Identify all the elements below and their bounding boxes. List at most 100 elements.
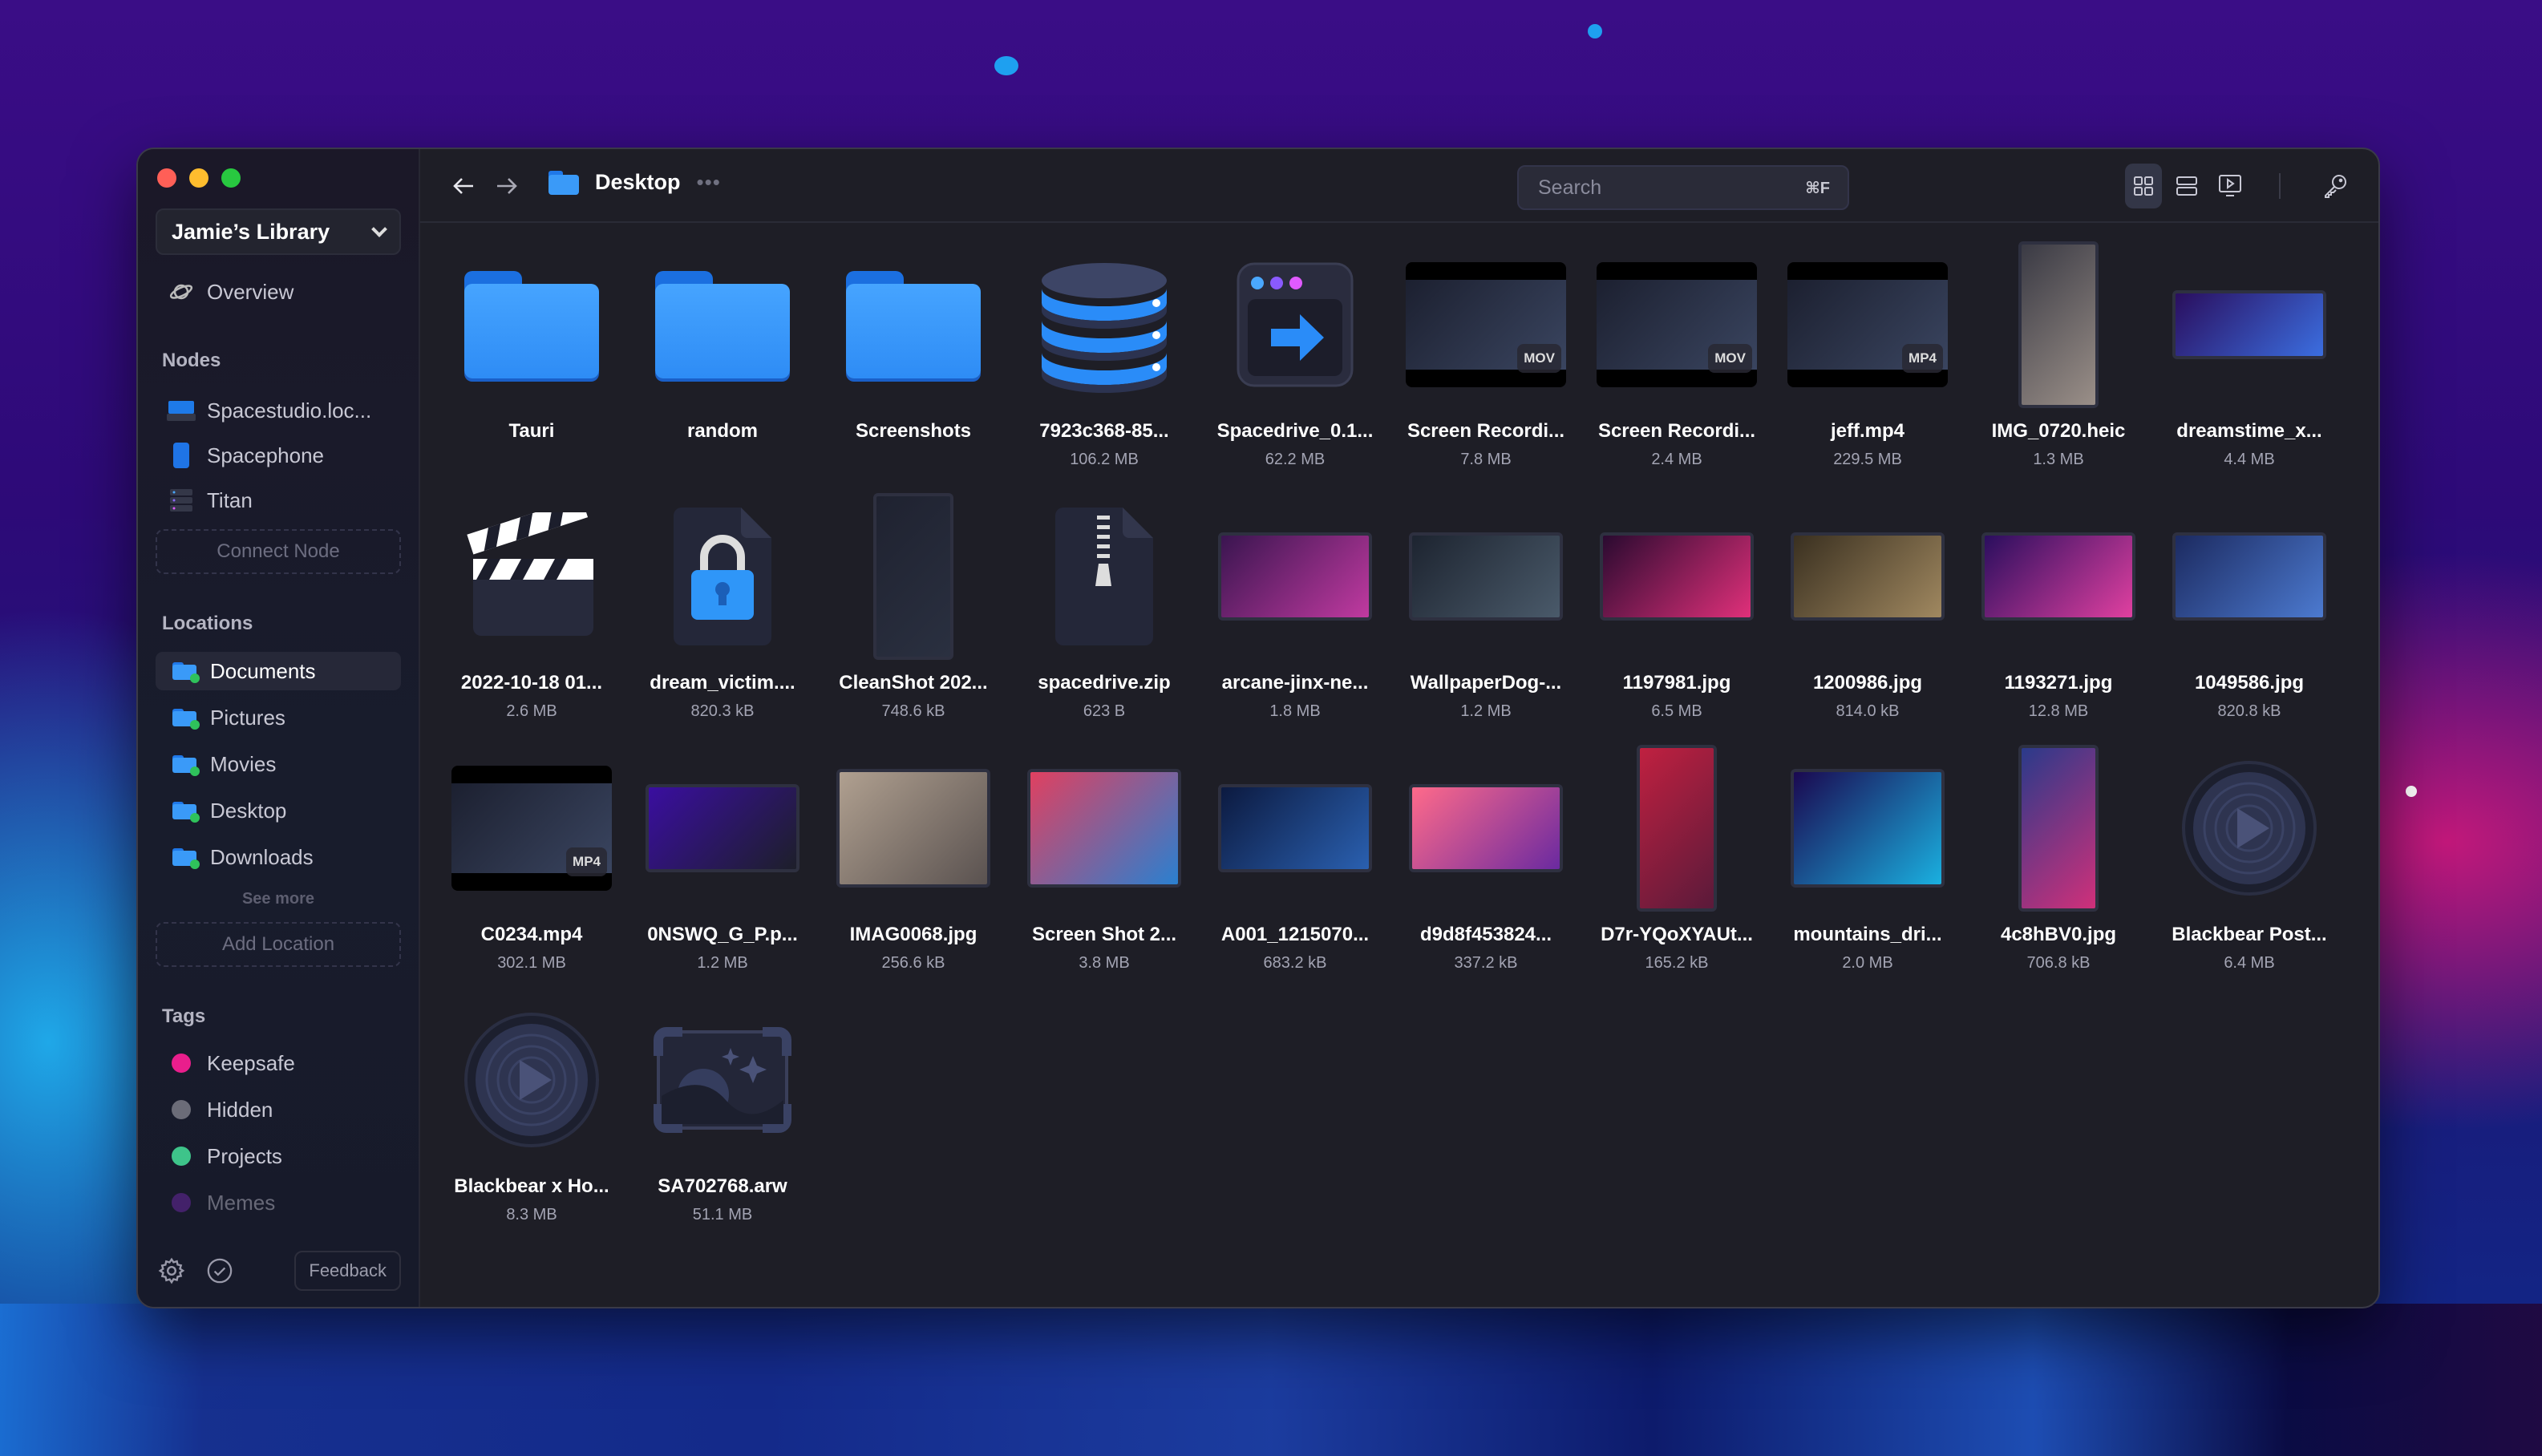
sidebar-item-tag-projects[interactable]: Projects [156,1137,401,1175]
file-item[interactable]: 7923c368-85... 106.2 MB [1009,239,1200,479]
file-size: 12.8 MB [2028,702,2089,720]
file-item[interactable]: Tauri [436,239,627,479]
app-window: Jamie’s Library Overview Nodes Spacestud… [136,148,2380,1308]
file-name: Tauri [508,420,555,442]
search-field[interactable]: ⌘F [1517,165,1849,210]
back-button[interactable] [447,170,480,202]
media-view-button[interactable] [2212,164,2249,208]
file-item[interactable]: Screenshots [818,239,1009,479]
file-item[interactable]: MP4 C0234.mp4 302.1 MB [436,742,627,983]
file-name: Screen Recordi... [1407,420,1565,442]
section-title-tags: Tags [162,1005,206,1027]
file-size: 1.3 MB [2033,451,2084,468]
file-item[interactable]: 1049586.jpg 820.8 kB [2154,491,2345,731]
sidebar-item-location-movies[interactable]: Movies [156,745,401,783]
file-name: IMAG0068.jpg [849,924,978,945]
sidebar-item-location-downloads[interactable]: Downloads [156,838,401,876]
file-item[interactable]: 2022-10-18 01... 2.6 MB [436,491,627,731]
add-location-button[interactable]: Add Location [156,922,401,967]
file-item[interactable]: Screen Shot 2... 3.8 MB [1009,742,1200,983]
app-installer-icon [1211,239,1379,411]
list-view-button[interactable] [2168,164,2205,208]
file-item[interactable]: A001_1215070... 683.2 kB [1200,742,1390,983]
image-thumbnail [1974,239,2143,411]
file-item[interactable]: Spacedrive_0.1... 62.2 MB [1200,239,1390,479]
file-item[interactable]: dreamstime_x... 4.4 MB [2154,239,2345,479]
file-size: 1.8 MB [1269,702,1321,720]
toolbar-divider [2279,173,2281,199]
file-size: 8.3 MB [506,1206,557,1223]
grid-view-button[interactable] [2125,164,2162,208]
sidebar-item-location-pictures[interactable]: Pictures [156,698,401,737]
sidebar-item-tag-keepsafe[interactable]: Keepsafe [156,1044,401,1082]
file-item[interactable]: mountains_dri... 2.0 MB [1772,742,1963,983]
forward-button[interactable] [491,170,523,202]
file-type-badge: MP4 [1902,344,1943,373]
connect-node-button[interactable]: Connect Node [156,529,401,574]
grid-view-icon [2134,176,2153,196]
file-item[interactable]: MOV Screen Recordi... 2.4 MB [1581,239,1772,479]
file-size: 814.0 kB [1836,702,1900,720]
video-thumbnail: MP4 [1783,239,1952,411]
sidebar-item-location-desktop[interactable]: Desktop [156,791,401,830]
audio-file-icon [447,994,616,1166]
library-switcher[interactable]: Jamie’s Library [156,208,401,255]
image-thumbnail [638,742,807,914]
toolbar: Desktop ••• ⌘F [420,149,2378,223]
sidebar-item-node-titan[interactable]: Titan [156,481,401,520]
settings-button[interactable] [156,1255,188,1287]
file-item[interactable]: D7r-YQoXYAUt... 165.2 kB [1581,742,1772,983]
file-name: jeff.mp4 [1830,420,1904,442]
file-size: 3.8 MB [1079,954,1130,972]
sidebar-item-node-spacephone[interactable]: Spacephone [156,436,401,475]
file-name: CleanShot 202... [839,672,988,694]
feedback-button[interactable]: Feedback [294,1251,401,1291]
file-item[interactable]: MP4 jeff.mp4 229.5 MB [1772,239,1963,479]
file-item[interactable]: d9d8f453824... 337.2 kB [1390,742,1581,983]
search-input[interactable] [1538,176,1779,200]
maximize-window-button[interactable] [221,168,241,188]
tag-assign-button[interactable] [2372,167,2378,205]
file-size: 820.8 kB [2217,702,2281,720]
tag-color-dot [172,1100,191,1119]
file-item[interactable]: WallpaperDog-... 1.2 MB [1390,491,1581,731]
file-item[interactable]: Blackbear x Ho... 8.3 MB [436,994,627,1235]
see-more-locations-link[interactable]: See more [138,890,419,908]
sidebar-item-tag-memes[interactable]: Memes [156,1183,401,1222]
sidebar-item-tag-hidden[interactable]: Hidden [156,1090,401,1129]
file-item[interactable]: SA702768.arw 51.1 MB [627,994,818,1235]
zip-archive-icon [1020,491,1188,662]
close-window-button[interactable] [157,168,176,188]
file-name: 1193271.jpg [2004,672,2113,694]
ellipsis-icon[interactable]: ••• [697,170,721,195]
current-folder-title: Desktop [595,170,681,194]
sidebar-item-node-spacestudio[interactable]: Spacestudio.loc... [156,391,401,430]
library-name: Jamie’s Library [172,219,330,244]
file-size: 7.8 MB [1460,451,1512,468]
file-item[interactable]: MOV Screen Recordi... 7.8 MB [1390,239,1581,479]
sidebar-item-location-documents[interactable]: Documents [156,652,401,690]
file-item[interactable]: CleanShot 202... 748.6 kB [818,491,1009,731]
file-name: dreamstime_x... [2176,420,2322,442]
file-item[interactable]: IMG_0720.heic 1.3 MB [1963,239,2154,479]
file-item[interactable]: Blackbear Post... 6.4 MB [2154,742,2345,983]
file-item[interactable]: 1193271.jpg 12.8 MB [1963,491,2154,731]
key-manager-button[interactable] [2316,167,2354,205]
sidebar: Jamie’s Library Overview Nodes Spacestud… [138,149,420,1307]
file-item[interactable]: 0NSWQ_G_P.p... 1.2 MB [627,742,818,983]
minimize-window-button[interactable] [189,168,208,188]
jobs-button[interactable] [204,1255,236,1287]
sidebar-item-overview[interactable]: Overview [156,273,401,311]
file-item[interactable]: IMAG0068.jpg 256.6 kB [818,742,1009,983]
file-name: 0NSWQ_G_P.p... [647,924,798,945]
file-item[interactable]: arcane-jinx-ne... 1.8 MB [1200,491,1390,731]
sidebar-footer: Feedback [156,1251,401,1291]
file-item[interactable]: 1200986.jpg 814.0 kB [1772,491,1963,731]
file-item[interactable]: dream_victim.... 820.3 kB [627,491,818,731]
section-title-nodes: Nodes [162,350,221,371]
file-item[interactable]: spacedrive.zip 623 B [1009,491,1200,731]
file-item[interactable]: random [627,239,818,479]
file-item[interactable]: 1197981.jpg 6.5 MB [1581,491,1772,731]
file-item[interactable]: 4c8hBV0.jpg 706.8 kB [1963,742,2154,983]
arrow-left-icon [453,178,473,194]
